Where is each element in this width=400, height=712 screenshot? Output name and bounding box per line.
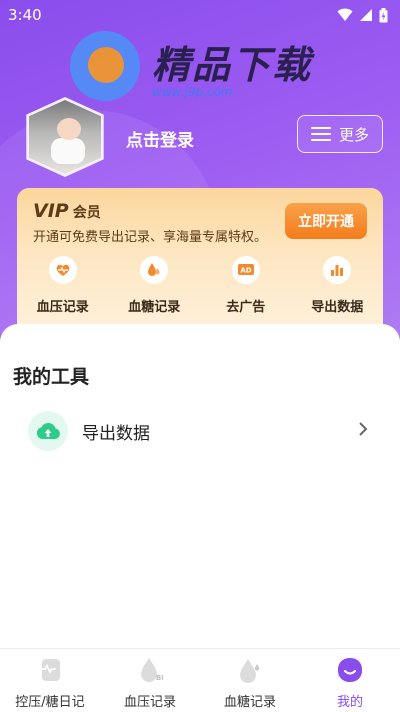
bar-chart-icon — [323, 256, 352, 284]
vip-title: 会员 — [72, 205, 101, 221]
heart-pulse-icon — [48, 256, 77, 284]
wifi-icon — [337, 8, 353, 21]
more-button-label: 更多 — [338, 125, 369, 144]
bp-drop-icon: BP — [135, 655, 165, 685]
ad-icon: AD — [231, 256, 260, 284]
avatar-image — [29, 100, 101, 174]
vip-open-button[interactable]: 立即开通 — [285, 203, 367, 239]
battery-icon — [379, 7, 388, 22]
tab-label: 控压/糖日记 — [15, 695, 85, 710]
tab-blood-pressure[interactable]: BP 血压记录 — [100, 649, 200, 712]
status-icons — [337, 7, 388, 23]
vip-item-blood-pressure[interactable]: 血压记录 — [23, 256, 103, 316]
watermark-logo: 精品下载 www.j9p.com — [70, 26, 330, 106]
bottom-tab-bar: 控压/糖日记 BP 血压记录 血糖记录 我的 — [0, 648, 400, 712]
tab-label: 血糖记录 — [223, 695, 276, 710]
status-time: 3:40 — [8, 6, 42, 24]
tab-blood-sugar[interactable]: 血糖记录 — [200, 649, 300, 712]
vip-logo: VIP — [33, 200, 69, 222]
vip-item-remove-ads[interactable]: AD 去广告 — [206, 256, 286, 316]
tools-section-title: 我的工具 — [13, 366, 90, 388]
login-link[interactable]: 点击登录 — [126, 126, 194, 151]
watermark-p-icon — [70, 31, 140, 101]
watermark-title: 精品下载 — [152, 42, 313, 87]
tab-diary[interactable]: 控压/糖日记 — [0, 649, 100, 712]
tab-label: 我的 — [336, 695, 363, 710]
svg-text:AD: AD — [240, 267, 251, 275]
blood-drop-icon — [140, 256, 169, 284]
vip-item-label: 血压记录 — [36, 300, 89, 315]
tab-profile[interactable]: 我的 — [300, 649, 400, 712]
sugar-drop-icon — [235, 655, 265, 685]
chevron-right-icon — [358, 421, 368, 442]
vip-item-label: 血糖记录 — [128, 300, 181, 315]
tool-item-label: 导出数据 — [82, 423, 150, 444]
cloud-upload-icon — [28, 411, 68, 451]
profile-icon — [335, 655, 365, 685]
content-sheet: 我的工具 导出数据 — [0, 324, 400, 648]
menu-icon — [310, 127, 331, 141]
vip-description: 开通可免费导出记录、享海量专属特权。 — [33, 230, 268, 245]
vip-item-blood-sugar[interactable]: 血糖记录 — [114, 256, 194, 316]
vip-item-label: 导出数据 — [311, 300, 364, 315]
signal-icon — [360, 9, 372, 21]
tab-label: 血压记录 — [123, 695, 176, 710]
tool-item-export-data[interactable]: 导出数据 — [28, 410, 368, 452]
vip-item-export[interactable]: 导出数据 — [297, 256, 377, 316]
diary-icon — [35, 655, 65, 685]
vip-header: VIP 会员 — [33, 200, 101, 222]
svg-text:BP: BP — [156, 674, 163, 682]
more-button[interactable]: 更多 — [297, 115, 383, 153]
vip-item-label: 去广告 — [226, 300, 266, 315]
vip-benefits: 血压记录 血糖记录 AD 去广告 导出数据 — [17, 256, 383, 316]
